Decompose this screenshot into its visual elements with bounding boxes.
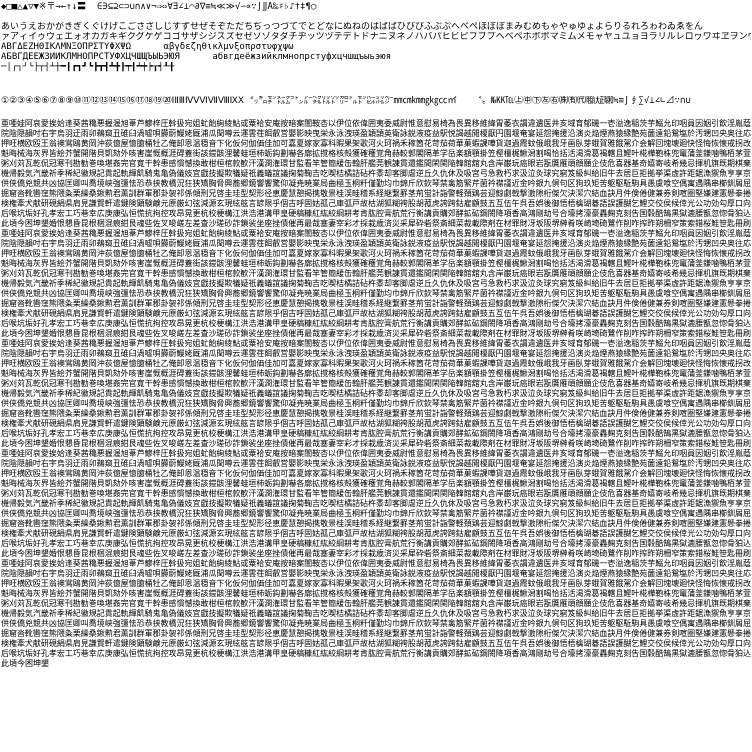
kanji-row: 掘窟沓靴轡窪熊隈粂栗繰桑鍬勲君薫訓群軍郡卦袈祁係傾刑兄啓圭珪型契形径恵慶慧憩掲携… (1, 628, 751, 638)
kanji-row: 機帰毅気汽畿祈季稀紀徽規記貴起軌輝飢騎鬼亀偽儀妓宜戯技擬欺犠疑祇義蟻誼議掬菊鞠吉… (1, 168, 751, 178)
kanji-row: 粥刈苅瓦乾侃冠寒刊勘勧巻喚堪姦完官寛干幹患感慣憾換敢柑桓棺款歓汗漢澗潅環甘監看竿… (1, 378, 751, 388)
kanji-row: 検権牽犬献研硯絹県肩見謙賢軒遣鍵険顕験鹸元原厳幻弦減源玄現絃舷言諺限乎個古呼固姑… (1, 638, 751, 648)
kanji-row: 機帰毅気汽畿祈季稀紀徽規記貴起軌輝飢騎鬼亀偽儀妓宜戯技擬欺犠疑祇義蟻誼議掬菊鞠吉… (1, 278, 751, 288)
kanji-row: 院陰隠韻吋右宇烏羽迂雨卯鵜窺丑碓臼渦嘘唄欝蔚鰻姥厩浦瓜閏噂云運雲荏餌叡営嬰影映曳… (1, 458, 751, 468)
kanji-row: 院陰隠韻吋右宇烏羽迂雨卯鵜窺丑碓臼渦嘘唄欝蔚鰻姥厩浦瓜閏噂云運雲荏餌叡営嬰影映曳… (1, 568, 751, 578)
kanji-row: 院陰隠韻吋右宇烏羽迂雨卯鵜窺丑碓臼渦嘘唄欝蔚鰻姥厩浦瓜閏噂云運雲荏餌叡営嬰影映曳… (1, 348, 751, 358)
kanji-row: 魁晦械海灰界皆絵芥蟹開階貝凱劾外咳害崖慨概涯碍蓋街該鎧骸浬馨蛙垣柿蛎鈎劃嚇各廓拡… (1, 258, 751, 268)
kanji-row: 機帰毅気汽畿祈季稀紀徽規記貴起軌輝飢騎鬼亀偽儀妓宜戯技擬欺犠疑祇義蟻誼議掬菊鞠吉… (1, 498, 751, 508)
kanji-row: 押旺横欧殴王翁襖鴬鴎黄岡沖荻億屋憶臆桶牡乙俺卸恩温穏音下化仮何伽価佳加可嘉夏嫁家… (1, 468, 751, 478)
kanji-row: 検権牽犬献研硯絹県肩見謙賢軒遣鍵険顕験鹸元原厳幻弦減源玄現絃舷言諺限乎個古呼固姑… (1, 528, 751, 538)
kanji-row: 魁晦械海灰界皆絵芥蟹開階貝凱劾外咳害崖慨概涯碍蓋街該鎧骸浬馨蛙垣柿蛎鈎劃嚇各廓拡… (1, 148, 751, 158)
kanji-row: 検権牽犬献研硯絹県肩見謙賢軒遣鍵険顕験鹸元原厳幻弦減源玄現絃舷言諺限乎個古呼固姑… (1, 418, 751, 428)
kanji-row: 此頃今困坤墾婚恨懇昏昆根梱混痕紺艮魂些佐叉唆嵯左差査沙瑳砂詐鎖裟坐座挫債催再最哉… (1, 548, 751, 558)
kanji-row: 供侠僑兇競共凶協匡卿叫喬境峡強彊怯恐恭挟教橋況狂狭矯胸脅興蕎郷鏡響饗驚仰凝尭暁業… (1, 178, 751, 188)
katakana-row: ァアィイゥウェエォオカガキギクグケゲコゴサザシジスズセゼソゾタダチヂッツヅテデト… (1, 32, 751, 42)
kanji-row: 此頃今困坤墾婚恨懇昏昆根梱混痕紺艮魂些佐叉唆嵯左差査沙瑳砂詐鎖裟坐座挫債催再最哉… (1, 438, 751, 448)
kanji-block: 亜唖娃阿哀愛挨姶逢葵茜穐悪握渥旭葦芦鯵梓圧斡扱宛姐虻飴絢綾鮎或粟袷安庵按暗案闇鞍… (1, 118, 751, 668)
kanji-row: 供侠僑兇競共凶協匡卿叫喬境峡強彊怯恐恭挟教橋況狂狭矯胸脅興蕎郷鏡響饗驚仰凝尭暁業… (1, 288, 751, 298)
kanji-row: 魁晦械海灰界皆絵芥蟹開階貝凱劾外咳害崖慨概涯碍蓋街該鎧骸浬馨蛙垣柿蛎鈎劃嚇各廓拡… (1, 368, 751, 378)
kanji-row: 后喉坑垢好孔孝宏工巧巷幸広庚康弘恒慌抗拘控攻昂晃更杭校梗構江洪浩港溝甲皇硬稿糠紅… (1, 428, 751, 438)
greek-row: ΑΒΓΔΕΖΗΘΙΚΛΜΝΞΟΠΡΣΤΥΦΧΨΩ αβγδεζηθικλμνξο… (1, 42, 294, 52)
kanji-row: 検権牽犬献研硯絹県肩見謙賢軒遣鍵険顕験鹸元原厳幻弦減源玄現絃舷言諺限乎個古呼固姑… (1, 308, 751, 318)
hiragana-row: あいうえおかがきぎくぐけげこごさざしじすずせぜそぞただちぢっつづてでとどなにぬね… (1, 22, 704, 32)
kanji-row: 亜唖娃阿哀愛挨姶逢葵茜穐悪握渥旭葦芦鯵梓圧斡扱宛姐虻飴絢綾鮎或粟袷安庵按暗案闇鞍… (1, 338, 751, 348)
cyrillic-row: АБВГДЕЁЖЗИЙКЛМНОПРСТУФХЦЧШЩЪЫЬЭЮЯ абвгде… (1, 52, 392, 62)
kanji-row: 此頃今困坤墾婚恨懇昏昆根梱混痕紺艮魂些佐叉唆嵯左差査沙瑳砂詐鎖裟坐座挫債催再最哉… (1, 218, 751, 228)
kanji-row: 亜唖娃阿哀愛挨姶逢葵茜穐悪握渥旭葦芦鯵梓圧斡扱宛姐虻飴絢綾鮎或粟袷安庵按暗案闇鞍… (1, 558, 751, 568)
kanji-row: 后喉坑垢好孔孝宏工巧巷幸広庚康弘恒慌抗拘控攻昂晃更杭校梗構江洪浩港溝甲皇硬稿糠紅… (1, 648, 751, 658)
kanji-row: 押旺横欧殴王翁襖鴬鴎黄岡沖荻億屋憶臆桶牡乙俺卸恩温穏音下化仮何伽価佳加可嘉夏嫁家… (1, 578, 751, 588)
kanji-row: 后喉坑垢好孔孝宏工巧巷幸広庚康弘恒慌抗拘控攻昂晃更杭校梗構江洪浩港溝甲皇硬稿糠紅… (1, 318, 751, 328)
kanji-row: 粥刈苅瓦乾侃冠寒刊勘勧巻喚堪姦完官寛干幹患感慣憾換敢柑桓棺款歓汗漢澗潅環甘監看竿… (1, 158, 751, 168)
kanji-row: 亜唖娃阿哀愛挨姶逢葵茜穐悪握渥旭葦芦鯵梓圧斡扱宛姐虻飴絢綾鮎或粟袷安庵按暗案闇鞍… (1, 448, 751, 458)
glyph-chart: ◆□■△▲▽▼※〒→←↑↓〓 ∈∋⊆⊇⊂⊃∪∩∧∨¬⇒⇔∀∃∠⊥⌒∂∇≡≒≪≫√… (0, 0, 752, 752)
kanji-row: 供侠僑兇競共凶協匡卿叫喬境峡強彊怯恐恭挟教橋況狂狭矯胸脅興蕎郷鏡響饗驚仰凝尭暁業… (1, 398, 751, 408)
kanji-row: 亜唖娃阿哀愛挨姶逢葵茜穐悪握渥旭葦芦鯵梓圧斡扱宛姐虻飴絢綾鮎或粟袷安庵按暗案闇鞍… (1, 228, 751, 238)
kanji-row: 院陰隠韻吋右宇烏羽迂雨卯鵜窺丑碓臼渦嘘唄欝蔚鰻姥厩浦瓜閏噂云運雲荏餌叡営嬰影映曳… (1, 238, 751, 248)
kanji-row: 検権牽犬献研硯絹県肩見謙賢軒遣鍵険顕験鹸元原厳幻弦減源玄現絃舷言諺限乎個古呼固姑… (1, 198, 751, 208)
kanji-row: 此頃今困坤墾 (1, 658, 49, 668)
kanji-row: 此頃今困坤墾婚恨懇昏昆根梱混痕紺艮魂些佐叉唆嵯左差査沙瑳砂詐鎖裟坐座挫債催再最哉… (1, 328, 751, 338)
kanji-row: 押旺横欧殴王翁襖鴬鴎黄岡沖荻億屋憶臆桶牡乙俺卸恩温穏音下化仮何伽価佳加可嘉夏嫁家… (1, 248, 751, 258)
kanji-row: 亜唖娃阿哀愛挨姶逢葵茜穐悪握渥旭葦芦鯵梓圧斡扱宛姐虻飴絢綾鮎或粟袷安庵按暗案闇鞍… (1, 118, 751, 128)
kanji-row: 粥刈苅瓦乾侃冠寒刊勘勧巻喚堪姦完官寛干幹患感慣憾換敢柑桓棺款歓汗漢澗潅環甘監看竿… (1, 488, 751, 498)
kanji-row: 掘窟沓靴轡窪熊隈粂栗繰桑鍬勲君薫訓群軍郡卦袈祁係傾刑兄啓圭珪型契形径恵慶慧憩掲携… (1, 408, 751, 418)
kanji-row: 掘窟沓靴轡窪熊隈粂栗繰桑鍬勲君薫訓群軍郡卦袈祁係傾刑兄啓圭珪型契形径恵慶慧憩掲携… (1, 188, 751, 198)
kanji-row: 后喉坑垢好孔孝宏工巧巷幸広庚康弘恒慌抗拘控攻昂晃更杭校梗構江洪浩港溝甲皇硬稿糠紅… (1, 538, 751, 548)
kanji-row: 機帰毅気汽畿祈季稀紀徽規記貴起軌輝飢騎鬼亀偽儀妓宜戯技擬欺犠疑祇義蟻誼議掬菊鞠吉… (1, 608, 751, 618)
symbol-row: ◆□■△▲▽▼※〒→←↑↓〓 ∈∋⊆⊇⊂⊃∪∩∧∨¬⇒⇔∀∃∠⊥⌒∂∇≡≒≪≫√… (1, 2, 317, 12)
kanji-row: 押旺横欧殴王翁襖鴬鴎黄岡沖荻億屋憶臆桶牡乙俺卸恩温穏音下化仮何伽価佳加可嘉夏嫁家… (1, 138, 751, 148)
kanji-row: 掘窟沓靴轡窪熊隈粂栗繰桑鍬勲君薫訓群軍郡卦袈祁係傾刑兄啓圭珪型契形径恵慶慧憩掲携… (1, 518, 751, 528)
kanji-row: 供侠僑兇競共凶協匡卿叫喬境峡強彊怯恐恭挟教橋況狂狭矯胸脅興蕎郷鏡響饗驚仰凝尭暁業… (1, 508, 751, 518)
kanji-row: 粥刈苅瓦乾侃冠寒刊勘勧巻喚堪姦完官寛干幹患感慣憾換敢柑桓棺款歓汗漢澗潅環甘監看竿… (1, 598, 751, 608)
kanji-row: 粥刈苅瓦乾侃冠寒刊勘勧巻喚堪姦完官寛干幹患感慣憾換敢柑桓棺款歓汗漢澗潅環甘監看竿… (1, 268, 751, 278)
nec-special-row: ①②③④⑤⑥⑦⑧⑨⑩⑪⑫⑬⑭⑮⑯⑰⑱⑲⑳ⅠⅡⅢⅣⅤⅥⅦⅧⅨⅩ ㍉㌔㌢㍍㌘㌧㌃㌶㍑… (1, 96, 691, 106)
kanji-row: 掘窟沓靴轡窪熊隈粂栗繰桑鍬勲君薫訓群軍郡卦袈祁係傾刑兄啓圭珪型契形径恵慶慧憩掲携… (1, 298, 751, 308)
box-drawing-row: ─│┌┐┘└├┬┤┴┼━┃┏┓┛┗┣┳┫┻╋┠┯┨┷┿┝┰┥┸╂ (1, 62, 175, 72)
kanji-row: 魁晦械海灰界皆絵芥蟹開階貝凱劾外咳害崖慨概涯碍蓋街該鎧骸浬馨蛙垣柿蛎鈎劃嚇各廓拡… (1, 588, 751, 598)
kanji-row: 押旺横欧殴王翁襖鴬鴎黄岡沖荻億屋憶臆桶牡乙俺卸恩温穏音下化仮何伽価佳加可嘉夏嫁家… (1, 358, 751, 368)
kanji-row: 供侠僑兇競共凶協匡卿叫喬境峡強彊怯恐恭挟教橋況狂狭矯胸脅興蕎郷鏡響饗驚仰凝尭暁業… (1, 618, 751, 628)
kanji-row: 機帰毅気汽畿祈季稀紀徽規記貴起軌輝飢騎鬼亀偽儀妓宜戯技擬欺犠疑祇義蟻誼議掬菊鞠吉… (1, 388, 751, 398)
kanji-row: 后喉坑垢好孔孝宏工巧巷幸広庚康弘恒慌抗拘控攻昂晃更杭校梗構江洪浩港溝甲皇硬稿糠紅… (1, 208, 751, 218)
kanji-row: 魁晦械海灰界皆絵芥蟹開階貝凱劾外咳害崖慨概涯碍蓋街該鎧骸浬馨蛙垣柿蛎鈎劃嚇各廓拡… (1, 478, 751, 488)
kanji-row: 院陰隠韻吋右宇烏羽迂雨卯鵜窺丑碓臼渦嘘唄欝蔚鰻姥厩浦瓜閏噂云運雲荏餌叡営嬰影映曳… (1, 128, 751, 138)
